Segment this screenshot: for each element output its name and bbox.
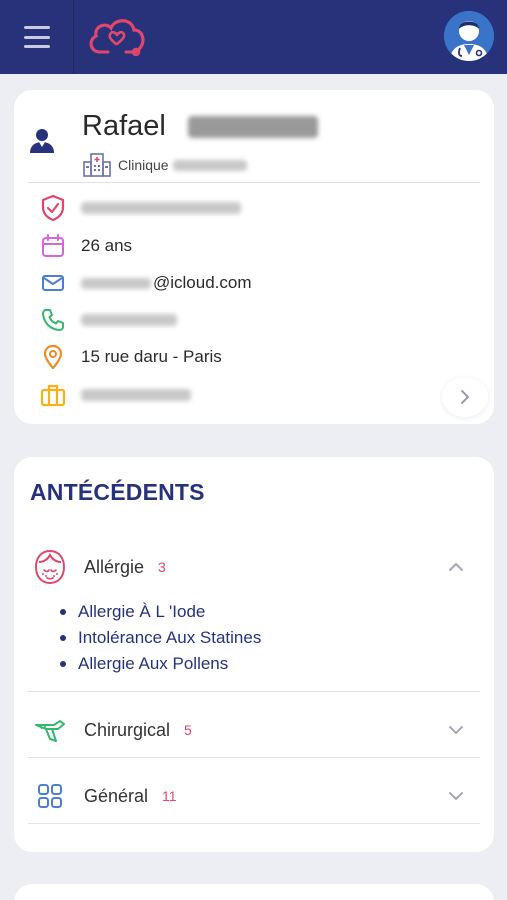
cloud-heart-stethoscope-icon[interactable]	[86, 14, 148, 60]
scalpel-icon	[30, 710, 70, 750]
patient-address-row: 15 rue daru - Paris	[40, 342, 222, 372]
patient-age: 26 ans	[81, 236, 133, 255]
divider	[28, 757, 480, 758]
category-allergie[interactable]: Allérgie 3	[30, 547, 480, 587]
category-count: 5	[184, 722, 192, 738]
chevron-down-icon	[449, 792, 463, 800]
clinic-name-redacted	[172, 159, 247, 171]
patient-id-redacted	[81, 202, 241, 214]
topbar-divider	[73, 0, 74, 74]
allergy-face-icon	[30, 547, 70, 587]
chevron-down-icon	[449, 726, 463, 734]
patient-address: 15 rue daru - Paris	[81, 347, 222, 366]
patient-last-name-redacted	[188, 116, 318, 138]
patient-job-redacted	[81, 389, 191, 401]
category-count: 11	[162, 788, 177, 804]
list-item[interactable]: Allergie Aux Pollens	[60, 651, 261, 677]
divider	[28, 691, 480, 692]
hamburger-icon[interactable]	[22, 24, 52, 50]
person-icon	[28, 126, 56, 154]
patient-email-domain: @icloud.com	[153, 273, 252, 292]
category-general[interactable]: Général 11	[30, 776, 480, 816]
category-count: 3	[158, 559, 166, 575]
patient-id-row	[40, 193, 241, 223]
doctor-avatar-icon[interactable]	[444, 11, 494, 61]
patient-job-row	[40, 380, 191, 410]
list-item[interactable]: Allergie À L 'Iode	[60, 599, 261, 625]
calendar-icon	[40, 233, 66, 259]
section-title: ANTÉCÉDENTS	[30, 479, 205, 505]
phone-icon	[40, 307, 66, 333]
list-item[interactable]: Intolérance Aux Statines	[60, 625, 261, 651]
patient-card: Rafael Clinique 26 ans @icloud.com 15 ru…	[14, 90, 494, 424]
category-chirurgical[interactable]: Chirurgical 5	[30, 710, 480, 750]
patient-phone-row[interactable]	[40, 305, 177, 335]
divider	[28, 823, 480, 824]
chevron-right-icon	[461, 390, 469, 404]
category-label: Général	[84, 785, 149, 806]
category-label: Allérgie	[84, 556, 145, 577]
grid-icon	[30, 776, 70, 816]
email-user-redacted	[81, 277, 151, 289]
mail-icon	[40, 270, 66, 296]
divider	[28, 182, 480, 183]
patient-phone-redacted	[81, 314, 177, 326]
chevron-up-icon	[449, 563, 463, 571]
briefcase-icon	[40, 382, 66, 408]
patient-email-row[interactable]: @icloud.com	[40, 268, 252, 298]
top-bar	[0, 0, 507, 74]
shield-check-icon	[40, 194, 66, 222]
next-card	[14, 884, 494, 900]
allergie-items-list: Allergie À L 'Iode Intolérance Aux Stati…	[60, 599, 261, 677]
antecedents-card: ANTÉCÉDENTS Allérgie 3 Allergie À L 'Iod…	[14, 457, 494, 852]
category-label: Chirurgical	[84, 719, 171, 740]
more-details-button[interactable]	[442, 377, 488, 417]
patient-age-row: 26 ans	[40, 231, 132, 261]
patient-first-name: Rafael	[82, 110, 166, 142]
hospital-building-icon	[83, 153, 111, 177]
map-pin-icon	[40, 344, 66, 370]
clinic-label: Clinique	[118, 157, 169, 173]
patient-clinic: Clinique	[82, 152, 247, 178]
